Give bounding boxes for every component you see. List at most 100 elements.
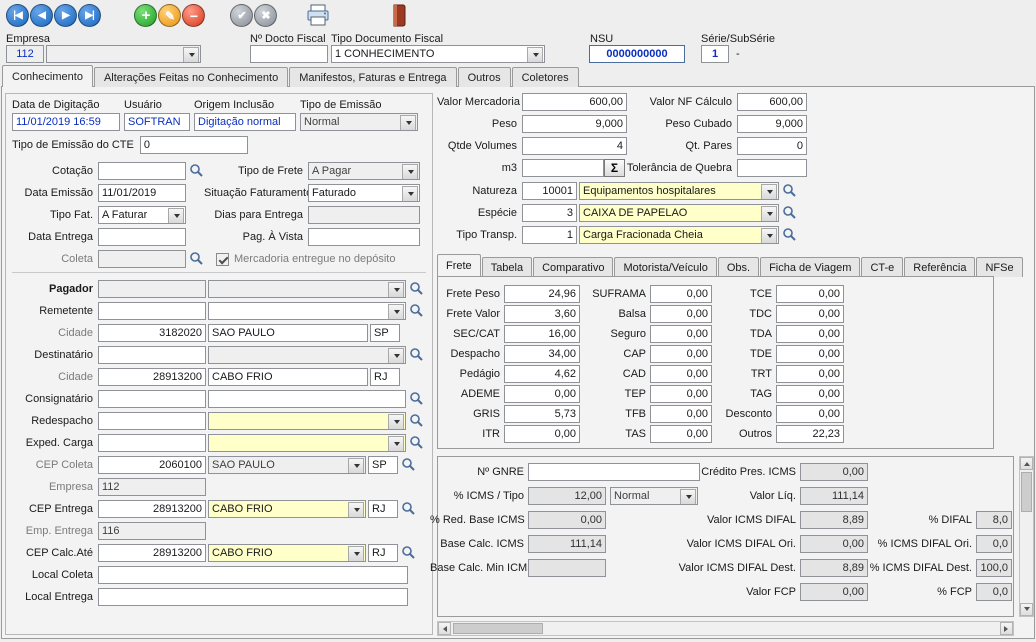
frete-field[interactable]: 0,00 xyxy=(776,365,844,383)
tipo-transp-search-button[interactable] xyxy=(779,226,797,244)
frete-field[interactable]: 24,96 xyxy=(504,285,580,303)
empresa-row-field[interactable]: 112 xyxy=(98,478,206,496)
pct-fcp-field[interactable]: 0,0 xyxy=(976,583,1012,601)
deposito-checkbox[interactable] xyxy=(216,253,229,266)
credito-icms-field[interactable]: 0,00 xyxy=(800,463,868,481)
natureza-code[interactable]: 10001 xyxy=(522,182,577,200)
qt-pares-field[interactable]: 0 xyxy=(737,137,807,155)
frete-field[interactable]: 0,00 xyxy=(776,325,844,343)
tipo-transp-code[interactable]: 1 xyxy=(522,226,577,244)
destinatario-search-button[interactable] xyxy=(406,346,424,364)
frete-field[interactable]: 0,00 xyxy=(650,385,712,403)
valor-nf-field[interactable]: 600,00 xyxy=(737,93,807,111)
subtab-obs[interactable]: Obs. xyxy=(718,257,759,277)
nav-last-button[interactable]: ▶| xyxy=(78,4,101,27)
base-calc-field[interactable]: 111,14 xyxy=(528,535,606,553)
valor-mercadoria-field[interactable]: 600,00 xyxy=(522,93,627,111)
tipo-fat-combo[interactable]: A Faturar xyxy=(98,206,186,224)
frete-field[interactable]: 0,00 xyxy=(776,385,844,403)
cotacao-search-button[interactable] xyxy=(186,162,204,180)
scroll-up-button[interactable] xyxy=(1020,457,1033,470)
cep-entrega-code[interactable]: 28913200 xyxy=(98,500,206,518)
tipo-doc-fiscal-combo[interactable]: 1 CONHECIMENTO xyxy=(331,45,545,63)
coleta-search-button[interactable] xyxy=(186,250,204,268)
frete-field[interactable]: 0,00 xyxy=(650,425,712,443)
cep-entrega-uf[interactable]: RJ xyxy=(368,500,398,518)
exped-carga-code-field[interactable] xyxy=(98,434,206,452)
subtab-frete[interactable]: Frete xyxy=(437,254,481,277)
especie-search-button[interactable] xyxy=(779,204,797,222)
delete-button[interactable]: − xyxy=(182,4,205,27)
data-entrega-field[interactable] xyxy=(98,228,186,246)
docto-fiscal-field[interactable] xyxy=(250,45,328,63)
redespacho-search-button[interactable] xyxy=(406,412,424,430)
data-emissao-field[interactable]: 11/01/2019 xyxy=(98,184,186,202)
subtab-nfse[interactable]: NFSe xyxy=(976,257,1022,277)
valor-liq-field[interactable]: 111,14 xyxy=(800,487,868,505)
cidade-remetente-code[interactable]: 3182020 xyxy=(98,324,206,342)
frete-field[interactable]: 0,00 xyxy=(776,345,844,363)
exit-button[interactable] xyxy=(390,3,408,31)
pct-difal-ori-field[interactable]: 0,0 xyxy=(976,535,1012,553)
scroll-down-button[interactable] xyxy=(1020,603,1033,616)
remetente-combo[interactable] xyxy=(208,302,406,320)
exped-carga-search-button[interactable] xyxy=(406,434,424,452)
nav-first-button[interactable]: |◀ xyxy=(6,4,29,27)
subtab-ficha-viagem[interactable]: Ficha de Viagem xyxy=(760,257,860,277)
redespacho-code-field[interactable] xyxy=(98,412,206,430)
tipo-emissao-combo[interactable]: Normal xyxy=(300,113,418,131)
subtab-motorista-veiculo[interactable]: Motorista/Veículo xyxy=(614,257,716,277)
frete-field[interactable]: 0,00 xyxy=(650,405,712,423)
icms-pct-field[interactable]: 12,00 xyxy=(528,487,606,505)
frete-field[interactable]: 0,00 xyxy=(504,425,580,443)
cidade-destinatario-uf[interactable]: RJ xyxy=(370,368,400,386)
tipo-frete-combo[interactable]: A Pagar xyxy=(308,162,420,180)
emp-entrega-field[interactable]: 116 xyxy=(98,522,206,540)
redespacho-combo[interactable] xyxy=(208,412,406,430)
tab-conhecimento[interactable]: Conhecimento xyxy=(2,65,93,87)
subtab-cte[interactable]: CT-e xyxy=(861,257,903,277)
cep-coleta-search-button[interactable] xyxy=(398,456,416,474)
edit-button[interactable]: ✎ xyxy=(158,4,181,27)
coleta-field[interactable] xyxy=(98,250,186,268)
remetente-code-field[interactable] xyxy=(98,302,206,320)
frete-field[interactable]: 0,00 xyxy=(776,285,844,303)
frete-field[interactable]: 0,00 xyxy=(776,305,844,323)
cte-field[interactable]: 0 xyxy=(140,136,248,154)
tab-outros[interactable]: Outros xyxy=(458,67,511,87)
cidade-remetente-uf[interactable]: SP xyxy=(370,324,400,342)
pct-difal-dest-field[interactable]: 100,0 xyxy=(976,559,1012,577)
cep-entrega-search-button[interactable] xyxy=(398,500,416,518)
cep-entrega-cidade-combo[interactable]: CABO FRIO xyxy=(208,500,366,518)
vertical-scrollbar[interactable] xyxy=(1019,456,1034,617)
frete-field[interactable]: 16,00 xyxy=(504,325,580,343)
natureza-combo[interactable]: Equipamentos hospitalares xyxy=(579,182,779,200)
scroll-left-button[interactable] xyxy=(438,622,451,635)
tab-coletores[interactable]: Coletores xyxy=(512,67,579,87)
cep-coleta-code[interactable]: 2060100 xyxy=(98,456,206,474)
cidade-destinatario-nome[interactable]: CABO FRIO xyxy=(208,368,368,386)
base-min-field[interactable] xyxy=(528,559,606,577)
cep-coleta-cidade-combo[interactable]: SAO PAULO xyxy=(208,456,366,474)
cancel-button[interactable]: ✖ xyxy=(254,4,277,27)
serie-field[interactable]: 1 xyxy=(701,45,729,63)
cep-coleta-uf[interactable]: SP xyxy=(368,456,398,474)
add-button[interactable]: + xyxy=(134,4,157,27)
frete-field[interactable]: 34,00 xyxy=(504,345,580,363)
origem-field[interactable]: Digitação normal xyxy=(194,113,296,131)
frete-field[interactable]: 0,00 xyxy=(650,305,712,323)
horizontal-scrollbar[interactable] xyxy=(437,621,1014,636)
nsu-field[interactable]: 0000000000 xyxy=(589,45,685,63)
local-entrega-field[interactable] xyxy=(98,588,408,606)
pagador-search-button[interactable] xyxy=(406,280,424,298)
pct-difal-field[interactable]: 8,0 xyxy=(976,511,1012,529)
digitacao-field[interactable]: 11/01/2019 16:59 xyxy=(12,113,120,131)
situacao-combo[interactable]: Faturado xyxy=(308,184,420,202)
m3-field[interactable] xyxy=(522,159,604,177)
subtab-referencia[interactable]: Referência xyxy=(904,257,975,277)
frete-field[interactable]: 0,00 xyxy=(650,345,712,363)
frete-field[interactable]: 0,00 xyxy=(650,325,712,343)
frete-field[interactable]: 0,00 xyxy=(776,405,844,423)
exped-carga-combo[interactable] xyxy=(208,434,406,452)
local-coleta-field[interactable] xyxy=(98,566,408,584)
